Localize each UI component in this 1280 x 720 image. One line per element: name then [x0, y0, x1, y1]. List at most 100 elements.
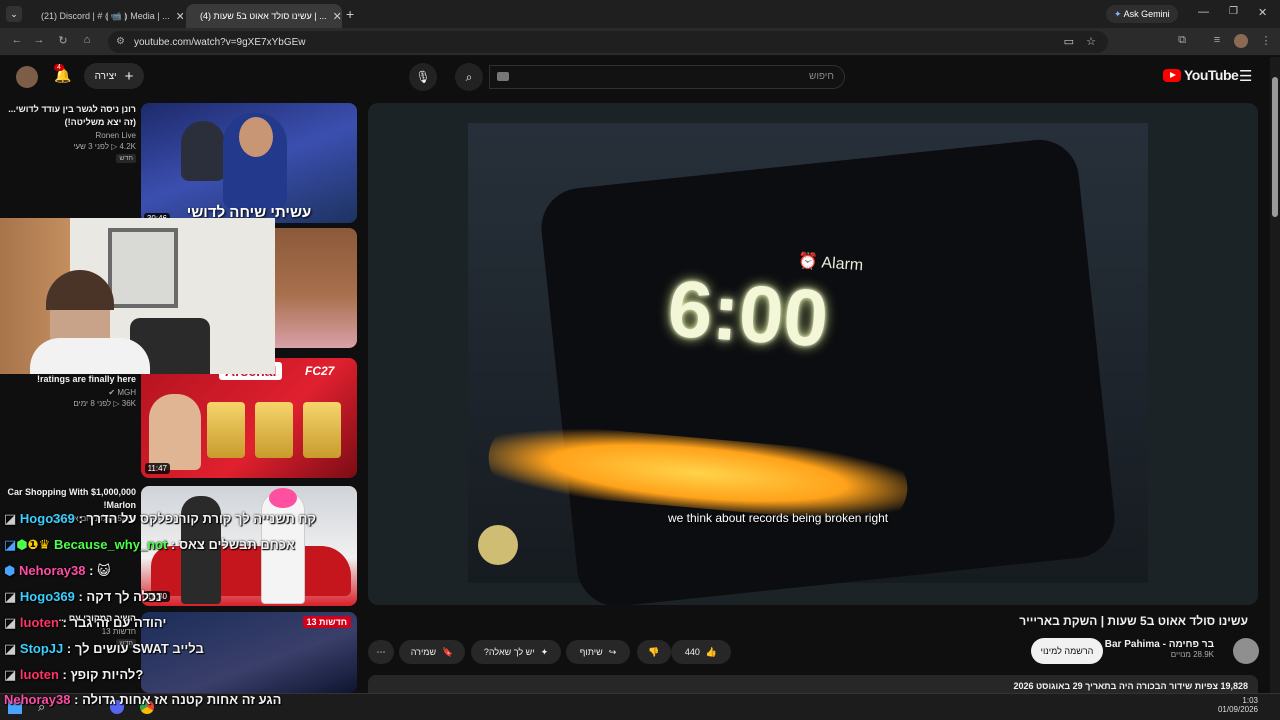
- tab-search-button[interactable]: ⌄: [6, 6, 22, 22]
- chat-text: : נכלה לך דקה: [78, 589, 162, 604]
- channel-name[interactable]: Bar Pahima - בר פחימה: [1105, 639, 1214, 650]
- rec-info: רונן ניסה לגשר בין עודד לדושי... (זה יצא…: [0, 103, 136, 163]
- reload-icon[interactable]: ↻: [55, 34, 71, 47]
- rec-title[interactable]: ratings are finally here!: [0, 373, 136, 386]
- share-label: שיתוף: [579, 647, 603, 657]
- voice-search-button[interactable]: 🎙: [409, 63, 437, 91]
- news-badge: חדשות 13: [302, 616, 351, 628]
- chat-username: Because_why_not: [53, 537, 168, 552]
- ask-label: יש לך שאלה?: [483, 647, 535, 657]
- rec-title[interactable]: $1,000,000 Car Shopping With Marlon!: [0, 486, 136, 512]
- close-tab-icon[interactable]: ✕: [333, 10, 342, 23]
- youtube-logo-text: YouTube: [1184, 67, 1239, 83]
- account-avatar[interactable]: [16, 66, 38, 88]
- ask-gemini-label: Ask Gemini: [1123, 9, 1170, 19]
- badge-icon: ◪: [4, 511, 17, 526]
- close-window-button[interactable]: ✕: [1258, 6, 1267, 19]
- tab-discord[interactable]: (21) Discord | # ⟬ 📹 ⟭ Media | ... ✕: [27, 4, 183, 28]
- rec-thumbnail[interactable]: Arsenal FC27: [141, 358, 357, 478]
- chat-text: : אכחם תבשלים צאס: [171, 537, 295, 552]
- dislike-button[interactable]: 👎: [637, 640, 671, 664]
- address-bar[interactable]: ⚙ youtube.com/watch?v=9gXE7xYbGEw ▭ ☆: [108, 31, 1108, 53]
- keyboard-icon[interactable]: [497, 72, 509, 81]
- chat-username: StopJJ: [19, 641, 64, 656]
- chat-username: luoten: [19, 615, 59, 630]
- extensions-icon[interactable]: ⧉: [1174, 34, 1190, 47]
- recommended-video[interactable]: רונן ניסה לגשר בין עודד לדושי... (זה יצא…: [0, 103, 358, 224]
- player-card: [255, 402, 293, 458]
- thumbs-up-icon[interactable]: 👍: [706, 647, 717, 658]
- person-face: [239, 117, 273, 157]
- ask-button[interactable]: ✦ יש לך שאלה?: [471, 640, 561, 664]
- badge-icon: ◪: [4, 641, 17, 656]
- home-icon[interactable]: ⌂: [79, 34, 95, 46]
- search-button[interactable]: ⌕: [455, 63, 483, 91]
- microphone-icon: 🎙: [415, 70, 431, 84]
- rec-channel[interactable]: MGH ✔: [0, 388, 136, 397]
- system-clock[interactable]: 1:03 01/09/2026: [1218, 696, 1258, 714]
- badge-icon: ◪: [4, 537, 17, 552]
- more-actions-button[interactable]: ⋯: [368, 640, 394, 664]
- notifications-bell-icon[interactable]: 🔔 4: [54, 64, 71, 84]
- video-player[interactable]: ⏰ Alarm 6:00 we think about records bein…: [368, 103, 1258, 605]
- cast-icon[interactable]: ▭: [1064, 35, 1074, 48]
- hamburger-menu-icon[interactable]: ☰: [1239, 67, 1252, 85]
- chat-username: luoten: [19, 667, 59, 682]
- create-button[interactable]: יצירה +: [84, 63, 144, 89]
- save-button[interactable]: 🔖 שמירה: [399, 640, 465, 664]
- video-title: עשינו סולד אאוט ב5 שעות | השקת באריייר: [1019, 614, 1248, 628]
- rec-title[interactable]: רונן ניסה לגשר בין עודד לדושי... (זה יצא…: [0, 103, 136, 129]
- notification-count-badge: 4: [54, 64, 64, 71]
- channel-info[interactable]: Bar Pahima - בר פחימה 28.9K מנויים: [1105, 639, 1214, 659]
- ask-gemini-button[interactable]: ✦ Ask Gemini: [1106, 5, 1178, 23]
- badge-icon: ◪: [4, 667, 17, 682]
- back-arrow-icon[interactable]: ←: [9, 34, 25, 46]
- more-icon: ⋯: [376, 646, 386, 657]
- webcam-overlay: [0, 218, 275, 374]
- badge-icon: ⬢: [4, 563, 16, 578]
- rec-info: ratings are finally here! MGH ✔ 36K ▷ לפ…: [0, 373, 136, 408]
- browser-tab-bar: ⌄ (21) Discord | # ⟬ 📹 ⟭ Media | ... ✕ (…: [0, 0, 1280, 28]
- forward-arrow-icon[interactable]: →: [31, 34, 47, 46]
- chat-text: : להיות קופץ?: [62, 667, 144, 682]
- media-control-icon[interactable]: ≡: [1209, 34, 1225, 46]
- chat-text: : הגע זה אחות קטנה אז אחות גדולה: [74, 692, 282, 707]
- youtube-logo[interactable]: YouTube: [1163, 67, 1239, 83]
- search-input[interactable]: חיפוש: [489, 65, 845, 89]
- views-and-date: 19,828 צפיות שידור הבכורה היה בתאריך 29 …: [1013, 681, 1248, 691]
- chat-message: ◪ StopJJ : עושים לך SWAT בלייב: [4, 641, 204, 657]
- like-count[interactable]: 440: [685, 647, 700, 657]
- chat-message: ◪ luoten : להיות קופץ?: [4, 667, 143, 683]
- clock-time: 1:03: [1242, 696, 1258, 705]
- alarm-icon: ⏰: [797, 252, 819, 272]
- bookmark-star-icon[interactable]: ☆: [1086, 35, 1096, 48]
- chat-text: : קח תשנייה לך קורת קורנפלקס על הדרך: [78, 511, 317, 526]
- new-tab-button[interactable]: +: [346, 6, 354, 22]
- scrollbar-thumb[interactable]: [1272, 77, 1278, 217]
- rec-thumbnail[interactable]: עשיתי שיחה לדושי: [141, 103, 357, 223]
- share-button[interactable]: ↪ שיתוף: [566, 640, 630, 664]
- chat-username: Hogo369: [19, 589, 75, 604]
- tab-title: (21) Discord | # ⟬ 📹 ⟭ Media | ...: [41, 10, 170, 21]
- profile-avatar[interactable]: [1234, 34, 1248, 48]
- subscribe-button[interactable]: הרשמה למינוי: [1031, 638, 1103, 664]
- chat-message: ◪ luoten : יהודה עם זה גבר: [4, 615, 166, 631]
- subscriber-count: 28.9K מנויים: [1170, 650, 1214, 659]
- browser-menu-icon[interactable]: ⋮: [1258, 34, 1274, 47]
- channel-avatar[interactable]: [1233, 638, 1259, 664]
- tab-youtube[interactable]: (4) עשינו סולד אאוט ב5 שעות | ... ✕: [186, 4, 342, 28]
- rec-channel[interactable]: Ronen Live: [0, 131, 136, 140]
- chat-message: ⬢ Nehoray38 : 😺: [4, 563, 111, 579]
- recommended-video[interactable]: ratings are finally here! MGH ✔ 36K ▷ לפ…: [0, 358, 358, 478]
- maximize-button[interactable]: ❐: [1229, 6, 1238, 17]
- minimize-button[interactable]: —: [1198, 6, 1209, 18]
- youtube-play-icon: [1163, 68, 1181, 82]
- rec-meta: 36K ▷ לפני 8 ימים: [73, 399, 136, 408]
- page-scrollbar[interactable]: [1270, 57, 1280, 693]
- close-tab-icon[interactable]: ✕: [176, 10, 183, 23]
- phone-shape: [537, 135, 1119, 605]
- chat-username: Nehoray38: [4, 692, 71, 707]
- thumbs-down-icon: 👎: [648, 646, 660, 657]
- badge-icon: ◪: [4, 589, 17, 604]
- site-info-icon[interactable]: ⚙: [116, 36, 125, 47]
